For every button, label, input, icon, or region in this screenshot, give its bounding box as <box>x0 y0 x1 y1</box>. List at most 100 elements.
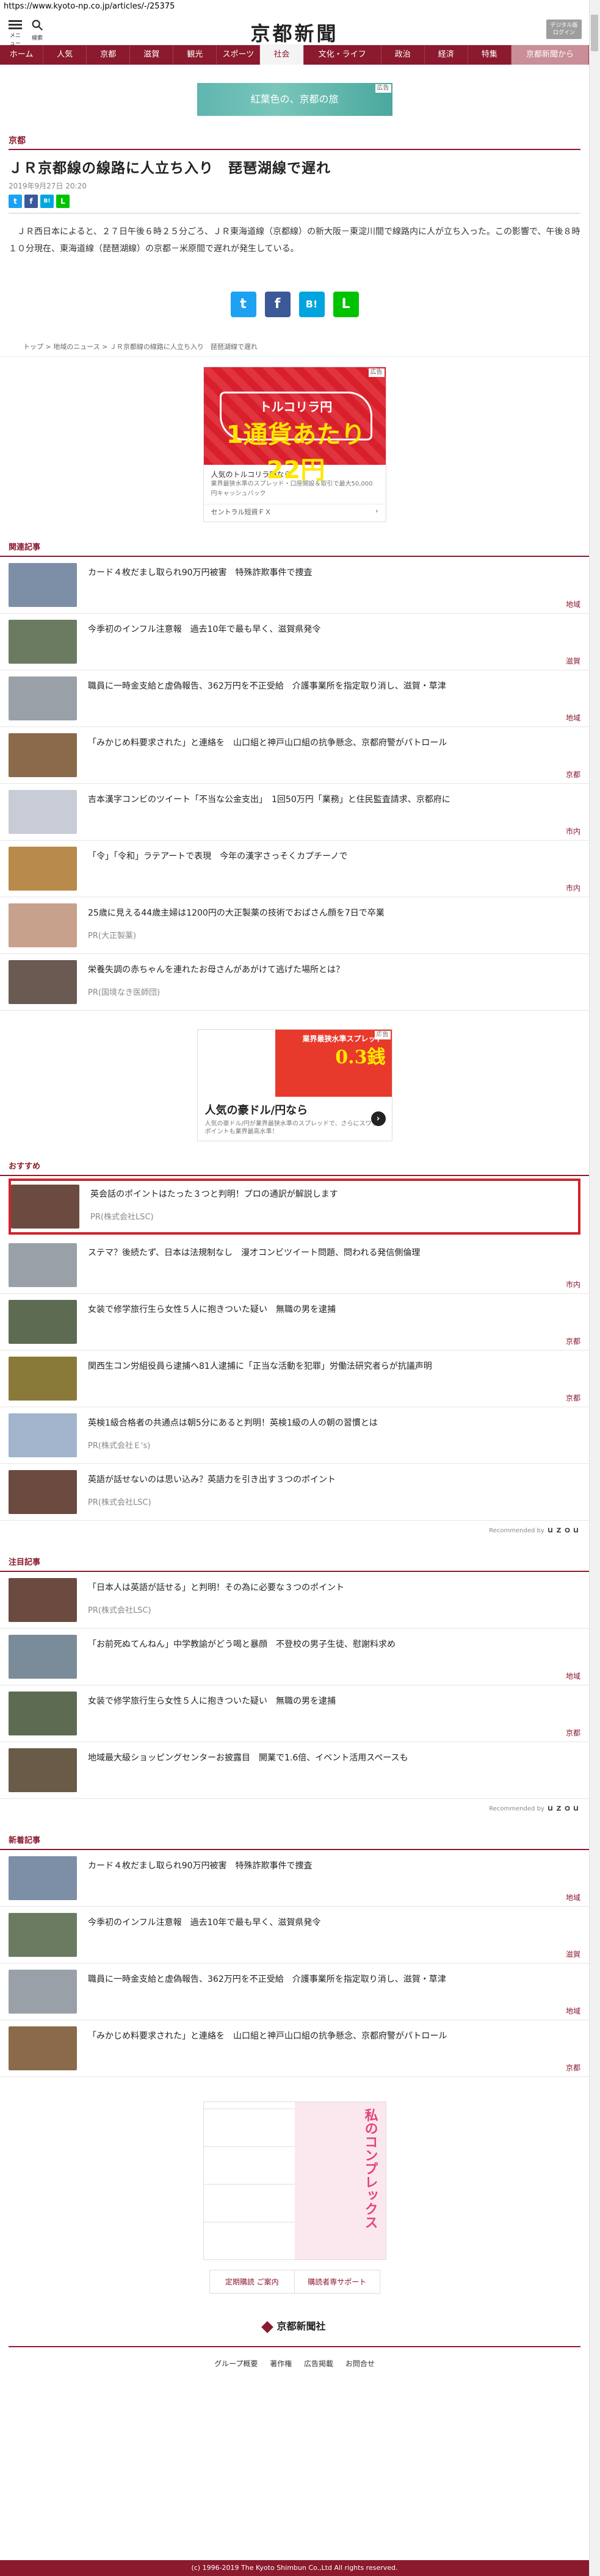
nav-item-economy[interactable]: 経済 <box>425 45 468 65</box>
article-thumbnail[interactable] <box>9 1470 77 1514</box>
list-item-title[interactable]: 「お前死ぬてんねん」中学教諭がどう喝と暴顔 不登校の男子生徒、慰謝料求め <box>88 1638 580 1651</box>
list-item-category[interactable]: 滋賀 <box>566 656 580 666</box>
list-item[interactable]: 今季初のインフル注意報 過去10年で最も早く、滋賀県発令滋賀 <box>0 614 589 670</box>
list-item[interactable]: 英検1級合格者の共通点は朝5分にあると判明！英検1級の人の朝の習慣とは PR(株式… <box>0 1407 589 1464</box>
list-item-title[interactable]: ステマ？後続たず、日本は法規制なし 漫才コンビツイート問題、問われる発信側倫理 <box>88 1247 580 1259</box>
list-item[interactable]: 英会話のポイントはたった３つと判明！プロの通訳が解説します PR(株式会社LSC) <box>9 1179 580 1235</box>
list-item[interactable]: 「みかじめ料要求された」と連絡を 山口組と神戸山口組の抗争懸念、京都府警がパトロ… <box>0 2020 589 2077</box>
list-item[interactable]: 「令」「令和」ラテアートで表現 今年の漢字さっそくカプチーノで市内 <box>0 841 589 897</box>
list-item-category[interactable]: 滋賀 <box>566 1949 580 1959</box>
article-thumbnail[interactable] <box>9 903 77 947</box>
line-share-icon[interactable]: L <box>333 292 359 317</box>
article-thumbnail[interactable] <box>9 1300 77 1344</box>
article-thumbnail[interactable] <box>9 563 77 607</box>
list-item[interactable]: 栄養失調の赤ちゃんを連れたお母さんがあがけて逃げた場所とは？ PR(国境なき医師団… <box>0 954 589 1011</box>
site-logo[interactable]: 京都新聞 <box>0 18 589 46</box>
article-thumbnail[interactable] <box>9 1243 77 1287</box>
list-item[interactable]: 「日本人は英語が話せる」と判明！その為に必要な３つのポイント PR(株式会社LSC… <box>0 1572 589 1629</box>
article-thumbnail[interactable] <box>9 620 77 664</box>
list-item-title[interactable]: 女装で修学旅行生ら女性５人に抱きついた疑い 無職の男を逮捕 <box>88 1304 580 1316</box>
list-item[interactable]: カード４枚だまし取られ90万円被害 特殊詐欺事件で捜査地域 <box>0 557 589 614</box>
nav-item-special[interactable]: 特集 <box>468 45 511 65</box>
list-item[interactable]: 「お前死ぬてんねん」中学教諭がどう喝と暴顔 不登校の男子生徒、慰謝料求め地域 <box>0 1629 589 1685</box>
article-thumbnail[interactable] <box>9 1970 77 2014</box>
list-item-category[interactable]: 京都 <box>566 1393 580 1403</box>
nav-item-kyoto[interactable]: 京都 <box>87 45 131 65</box>
list-item-category[interactable]: 地域 <box>566 599 580 609</box>
list-item[interactable]: 地域最大級ショッピングセンターお披露目 開業で1.6倍、イベント活用スペースも <box>0 1742 589 1799</box>
list-item-title[interactable]: 地域最大級ショッピングセンターお披露目 開業で1.6倍、イベント活用スペースも <box>88 1752 580 1764</box>
list-item[interactable]: 女装で修学旅行生ら女性５人に抱きついた疑い 無職の男を逮捕 京都 <box>0 1685 589 1742</box>
nav-item-home[interactable]: ホーム <box>0 45 44 65</box>
list-item[interactable]: 職員に一時金支給と虚偽報告、362万円を不正受給 介護事業所を指定取り消し、滋賀… <box>0 1964 589 2020</box>
footer-link-copyright[interactable]: 著作権 <box>270 2359 292 2368</box>
list-item[interactable]: 25歳に見える44歳主婦は1200円の大正製薬の技術でおばさん顔を7日で卒業 PR… <box>0 897 589 954</box>
nav-item-sports[interactable]: スポーツ <box>217 45 261 65</box>
article-thumbnail[interactable] <box>9 2026 77 2070</box>
list-item-title[interactable]: 「令」「令和」ラテアートで表現 今年の漢字さっそくカプチーノで <box>88 850 580 863</box>
list-item-title[interactable]: カード４枚だまし取られ90万円被害 特殊詐欺事件で捜査 <box>88 567 580 579</box>
list-item-category[interactable]: 地域 <box>566 1892 580 1903</box>
list-item-category[interactable]: 地域 <box>566 1671 580 1681</box>
list-item-title[interactable]: 職員に一時金支給と虚偽報告、362万円を不正受給 介護事業所を指定取り消し、滋賀… <box>88 680 580 692</box>
nav-item-culture[interactable]: 文化・ライフ <box>303 45 381 65</box>
list-item-category[interactable]: 地域 <box>566 712 580 723</box>
ad-fx-aud[interactable]: 広告 業界最狭水準スプレッド 0.3銭 人気の豪ドル/円なら 人気の豪ドル/円が… <box>197 1029 392 1141</box>
nav-item-tourism[interactable]: 観光 <box>173 45 217 65</box>
hatena-icon[interactable]: B! <box>40 195 54 208</box>
facebook-icon[interactable]: f <box>24 195 38 208</box>
uzou-logo[interactable]: ｕｚｏｕ <box>546 1804 580 1813</box>
list-item-title[interactable]: 「日本人は英語が話せる」と判明！その為に必要な３つのポイント <box>88 1582 580 1594</box>
list-item-category[interactable]: 市内 <box>566 883 580 893</box>
list-item-title[interactable]: 「みかじめ料要求された」と連絡を 山口組と神戸山口組の抗争懸念、京都府警がパトロ… <box>88 2030 580 2042</box>
nav-item-shiga[interactable]: 滋賀 <box>130 45 174 65</box>
article-thumbnail[interactable] <box>9 1692 77 1735</box>
footer-link-contact[interactable]: お問合せ <box>345 2359 375 2368</box>
breadcrumb-top[interactable]: トップ <box>23 343 43 351</box>
twitter-share-icon[interactable]: t <box>230 292 256 317</box>
article-thumbnail[interactable] <box>9 676 77 720</box>
list-item[interactable]: 吉本漢字コンビのツイート「不当な公金支出」 1回50万円「業務」と住民監査請求、… <box>0 784 589 841</box>
subscriber-support-link[interactable]: 購読者専サポート <box>295 2270 380 2293</box>
footer-logo[interactable]: 京都新聞社 <box>0 2318 589 2333</box>
ad-manga[interactable]: 私のコンプレックス <box>203 2101 386 2260</box>
article-thumbnail[interactable] <box>9 733 77 777</box>
list-item[interactable]: カード４枚だまし取られ90万円被害 特殊詐欺事件で捜査 地域 <box>0 1850 589 1907</box>
page-scrollbar[interactable] <box>589 0 600 2576</box>
list-item[interactable]: 関西生コン労組役員ら逮捕へ81人逮捕に「正当な活動を犯罪」労働法研究者らが抗議声… <box>0 1351 589 1407</box>
nav-item-society[interactable]: 社会 <box>260 45 304 65</box>
list-item-title[interactable]: 「みかじめ料要求された」と連絡を 山口組と神戸山口組の抗争懸念、京都府警がパトロ… <box>88 737 580 749</box>
footer-link-ads[interactable]: 広告掲載 <box>304 2359 333 2368</box>
list-item[interactable]: 女装で修学旅行生ら女性５人に抱きついた疑い 無職の男を逮捕京都 <box>0 1294 589 1351</box>
nav-item-popular[interactable]: 人気 <box>43 45 87 65</box>
article-thumbnail[interactable] <box>9 790 77 834</box>
scrollbar-thumb[interactable] <box>591 15 598 51</box>
list-item[interactable]: 職員に一時金支給と虚偽報告、362万円を不正受給 介護事業所を指定取り消し、滋賀… <box>0 670 589 727</box>
nav-item-politics[interactable]: 政治 <box>381 45 425 65</box>
breadcrumb-region[interactable]: 地域のニュース <box>53 343 99 351</box>
article-thumbnail[interactable] <box>9 1856 77 1900</box>
ad-fx-lira[interactable]: 広告 トルコリラ円 1通貨あたり22円 人気のトルコリラ円なら 業界最狭水準のス… <box>203 367 386 522</box>
footer-link-group[interactable]: グループ概要 <box>214 2359 258 2368</box>
twitter-icon[interactable]: t <box>9 195 22 208</box>
list-item-title[interactable]: 関西生コン労組役員ら逮捕へ81人逮捕に「正当な活動を犯罪」労働法研究者らが抗議声… <box>88 1360 580 1372</box>
list-item-title[interactable]: 英検1級合格者の共通点は朝5分にあると判明！英検1級の人の朝の習慣とは <box>88 1417 580 1429</box>
list-item-category[interactable]: 地域 <box>566 2006 580 2016</box>
facebook-share-icon[interactable]: f <box>264 292 291 317</box>
arrow-right-icon[interactable]: › <box>370 1111 386 1126</box>
list-item-title[interactable]: 今季初のインフル注意報 過去10年で最も早く、滋賀県発令 <box>88 1917 580 1929</box>
list-item-title[interactable]: 今季初のインフル注意報 過去10年で最も早く、滋賀県発令 <box>88 623 580 636</box>
list-item-title[interactable]: 英会話のポイントはたった３つと判明！プロの通訳が解説します <box>90 1188 578 1200</box>
list-item-title[interactable]: 女装で修学旅行生ら女性５人に抱きついた疑い 無職の男を逮捕 <box>88 1695 580 1707</box>
list-item[interactable]: 今季初のインフル注意報 過去10年で最も早く、滋賀県発令滋賀 <box>0 1907 589 1964</box>
line-icon[interactable]: L <box>56 195 70 208</box>
list-item-category[interactable]: 京都 <box>566 1336 580 1346</box>
article-thumbnail[interactable] <box>9 1357 77 1401</box>
uzou-logo[interactable]: ｕｚｏｕ <box>546 1526 580 1535</box>
list-item-category[interactable]: 京都 <box>566 2062 580 2073</box>
article-thumbnail[interactable] <box>9 1413 77 1457</box>
list-item-title[interactable]: 職員に一時金支給と虚偽報告、362万円を不正受給 介護事業所を指定取り消し、滋賀… <box>88 1973 580 1986</box>
list-item-category[interactable]: 市内 <box>566 1279 580 1290</box>
chevron-right-icon[interactable]: › <box>375 507 378 517</box>
list-item[interactable]: ステマ？後続たず、日本は法規制なし 漫才コンビツイート問題、問われる発信側倫理市… <box>0 1237 589 1294</box>
